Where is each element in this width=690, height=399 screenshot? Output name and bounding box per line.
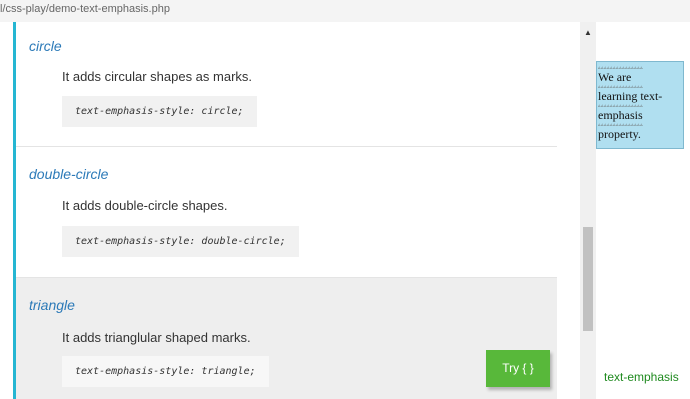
demo-caption: text-emphasis — [604, 370, 679, 384]
demo-line: ▵▵▵▵▵▵▵▵▵▵▵▵▵▵▵ learning text- — [598, 83, 682, 102]
section-circle: circle It adds circular shapes as marks.… — [13, 22, 557, 147]
scrollbar[interactable]: ▲ — [580, 22, 596, 399]
section-title: triangle — [29, 297, 75, 313]
section-title: double-circle — [29, 166, 109, 182]
scroll-up-arrow-icon[interactable]: ▲ — [580, 28, 596, 37]
demo-line-text: We are — [598, 70, 632, 84]
demo-line-text: property. — [598, 127, 641, 141]
scrollbar-thumb[interactable] — [583, 227, 593, 331]
section-title: circle — [29, 38, 62, 54]
demo-line: ▵▵▵▵▵▵▵▵▵▵▵▵▵▵▵ emphasis — [598, 102, 682, 121]
property-values-panel: circle It adds circular shapes as marks.… — [13, 22, 557, 399]
section-accent-bar — [13, 22, 16, 399]
try-button[interactable]: Try { } — [486, 350, 550, 387]
address-bar[interactable]: l/css-play/demo-text-emphasis.php — [0, 0, 690, 22]
code-snippet: text-emphasis-style: circle; — [62, 96, 257, 127]
demo-line-text: emphasis — [598, 108, 643, 122]
url-text: l/css-play/demo-text-emphasis.php — [0, 3, 170, 15]
demo-output-panel: ▵▵▵▵▵▵▵▵▵▵▵▵▵▵▵ We are ▵▵▵▵▵▵▵▵▵▵▵▵▵▵▵ l… — [596, 22, 690, 399]
code-snippet: text-emphasis-style: double-circle; — [62, 226, 299, 257]
demo-line: ▵▵▵▵▵▵▵▵▵▵▵▵▵▵▵ property. — [598, 121, 682, 140]
section-double-circle: double-circle It adds double-circle shap… — [13, 147, 557, 278]
code-snippet: text-emphasis-style: triangle; — [62, 356, 269, 387]
section-description: It adds circular shapes as marks. — [62, 69, 253, 84]
section-description: It adds double-circle shapes. — [62, 198, 228, 213]
demo-line-text: learning text- — [598, 89, 663, 103]
section-description: It adds trianglular shaped marks. — [62, 330, 251, 345]
demo-line: ▵▵▵▵▵▵▵▵▵▵▵▵▵▵▵ We are — [598, 64, 682, 83]
section-triangle[interactable]: triangle It adds trianglular shaped mark… — [13, 278, 557, 399]
emphasis-demo-box: ▵▵▵▵▵▵▵▵▵▵▵▵▵▵▵ We are ▵▵▵▵▵▵▵▵▵▵▵▵▵▵▵ l… — [596, 61, 684, 149]
